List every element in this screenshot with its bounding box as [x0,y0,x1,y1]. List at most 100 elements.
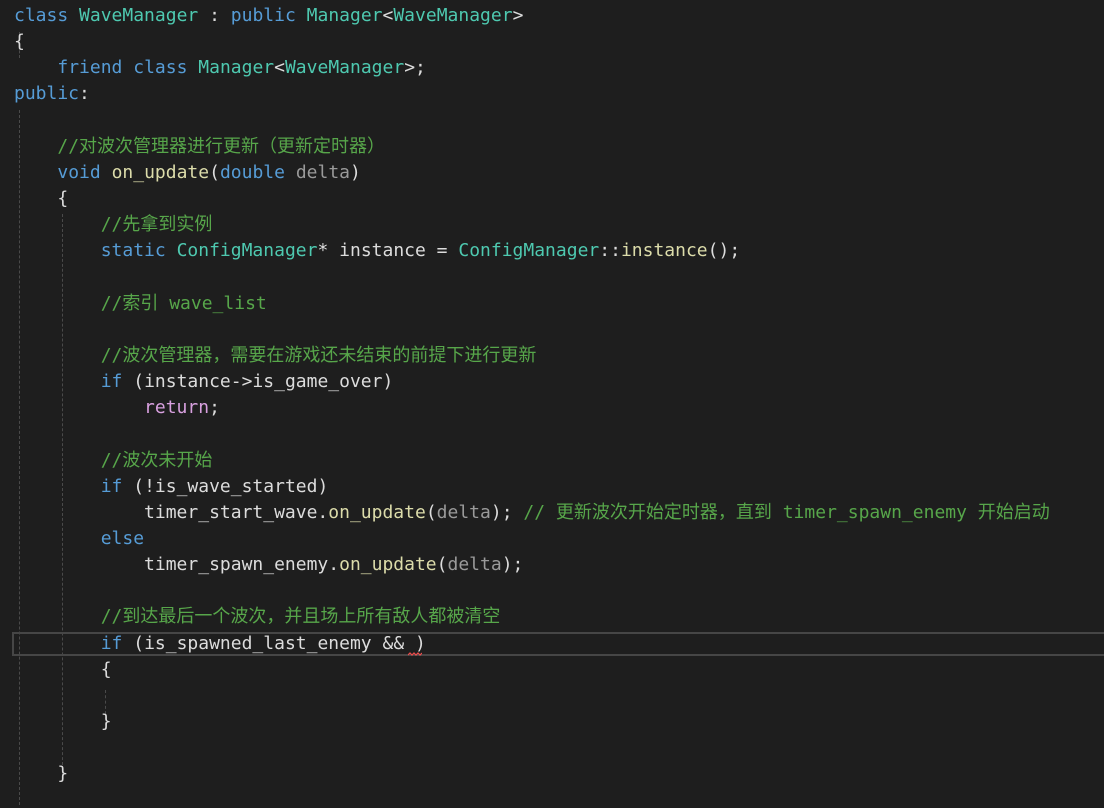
code-token: : [198,5,231,26]
code-token: < [274,57,285,79]
code-token: >; [404,57,426,79]
code-token: if [100,371,123,393]
code-token: class [14,5,69,26]
code-token: ); [501,554,524,576]
code-line[interactable]: { [14,29,25,55]
code-token: WaveManager [284,57,405,79]
code-token: Manager [198,57,275,79]
code-token: //波次管理器，需要在游戏还未结束的前提下进行更新 [100,344,537,366]
code-token: (!is_wave_started) [122,475,329,497]
code-token: else [100,528,145,549]
code-line[interactable]: return; [14,395,220,421]
code-token: } [14,711,112,733]
code-line[interactable]: //对波次管理器进行更新（更新定时器） [14,134,385,160]
code-token: timer_spawn_enemy. [14,554,340,576]
code-token: //对波次管理器进行更新（更新定时器） [57,135,386,157]
code-line[interactable]: //到达最后一个波次，并且场上所有敌人都被清空 [14,604,501,630]
code-token: < [382,5,394,26]
code-token: { [14,658,112,680]
code-token: ; [209,397,220,419]
code-token: (is_spawned_last_enemy && ) [122,632,426,654]
code-token: if [100,632,123,654]
code-line[interactable]: } [14,761,68,787]
code-token: friend [57,57,123,79]
code-token: WaveManager [79,5,199,26]
code-token: ( [209,161,220,183]
code-line[interactable]: timer_spawn_enemy.on_update(delta); [14,552,523,578]
code-token: on_update [328,501,426,523]
code-editor[interactable]: class WaveManager : public Manager<WaveM… [0,0,1104,808]
code-token: (); [707,240,741,262]
code-line[interactable]: //先拿到实例 [14,212,213,238]
code-line[interactable]: //索引 wave_list [14,291,267,317]
code-line[interactable]: if (!is_wave_started) [14,474,329,500]
code-token: ) [350,161,361,183]
code-token: public [14,83,80,105]
code-token: // 更新波次开始定时器，直到 timer_spawn_enemy 开始启动 [523,501,1050,523]
code-token: WaveManager [393,5,513,26]
code-token: delta [447,554,502,576]
code-token: on_update [111,161,210,183]
code-token: return [144,397,210,419]
code-token: on_update [339,554,437,576]
code-token: } [14,763,69,785]
code-token: delta [295,161,351,183]
code-line[interactable]: friend class Manager<WaveManager>; [14,55,426,81]
code-token: (instance->is_game_over) [122,371,394,393]
code-token: ( [436,554,448,576]
code-line[interactable]: public: [14,81,90,107]
code-token: double [219,161,285,183]
code-token: ConfigManager [458,240,600,262]
code-token: ConfigManager [176,240,318,262]
code-token: public [230,5,296,26]
code-token: ); [490,501,524,523]
code-line[interactable]: //波次未开始 [14,448,213,474]
code-token: > [512,5,524,26]
error-squiggle [408,652,422,656]
code-token: //到达最后一个波次，并且场上所有敌人都被清空 [100,606,501,628]
code-token: static [100,240,166,262]
code-line[interactable]: else [14,526,144,552]
code-token: //先拿到实例 [100,214,213,236]
code-line[interactable]: void on_update(double delta) [14,160,361,186]
code-line[interactable]: static ConfigManager* instance = ConfigM… [14,238,740,264]
code-token: { [14,188,69,210]
code-token: if [100,475,123,497]
code-token: instance [620,240,708,262]
code-line[interactable]: timer_start_wave.on_update(delta); // 更新… [14,500,1050,526]
code-token: delta [436,501,491,523]
code-line[interactable]: if (is_spawned_last_enemy && ) [14,631,426,657]
code-token: :: [599,240,621,262]
code-token: //索引 wave_list [100,292,267,314]
code-token: timer_start_wave. [14,501,329,523]
code-line[interactable]: { [14,657,112,683]
code-line[interactable]: //波次管理器，需要在游戏还未结束的前提下进行更新 [14,343,537,369]
code-line[interactable]: } [14,709,112,735]
code-token: void [57,161,101,183]
code-line[interactable]: { [14,186,68,212]
code-line[interactable]: class WaveManager : public Manager<WaveM… [14,3,523,29]
code-token: Manager [306,5,383,26]
code-token: * instance = [317,240,459,262]
code-token: { [14,31,25,53]
code-line[interactable]: if (instance->is_game_over) [14,369,394,395]
